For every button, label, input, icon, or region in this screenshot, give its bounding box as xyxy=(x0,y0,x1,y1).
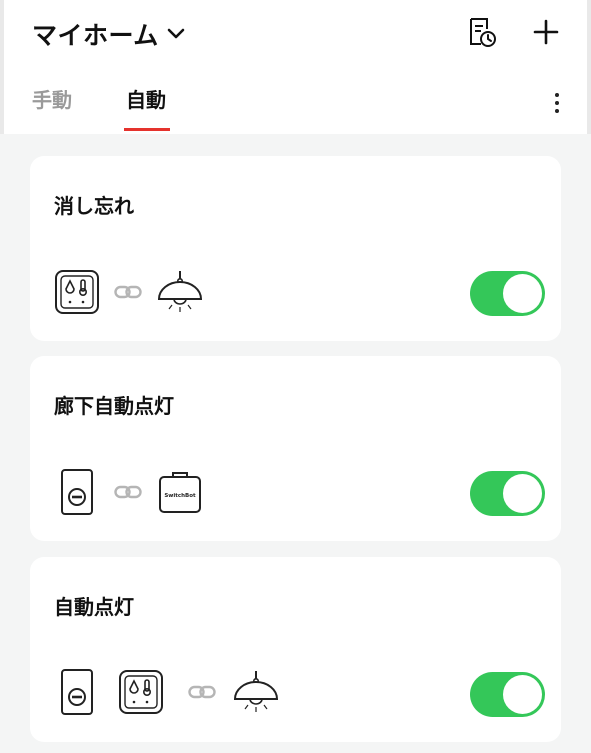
scene-card[interactable]: 廊下自動点灯 SwitchBot xyxy=(30,356,561,541)
add-icon[interactable] xyxy=(528,14,564,50)
ceiling-light-icon xyxy=(157,271,203,312)
scene-title: 消し忘れ xyxy=(54,194,134,218)
motion-sensor-icon xyxy=(61,669,93,715)
meter-icon xyxy=(55,270,99,314)
scene-devices xyxy=(54,669,280,715)
scene-enable-toggle[interactable] xyxy=(470,271,545,316)
tab-manual[interactable]: 手動 xyxy=(32,84,72,128)
hub-brand-label: SwitchBot xyxy=(164,493,196,499)
link-icon xyxy=(188,685,216,699)
scene-enable-toggle[interactable] xyxy=(470,471,545,516)
ceiling-light-icon xyxy=(233,671,279,712)
scene-card[interactable]: 消し忘れ xyxy=(30,156,561,341)
scene-enable-toggle[interactable] xyxy=(470,672,545,717)
toggle-knob xyxy=(503,675,542,714)
toggle-knob xyxy=(503,474,542,513)
history-log-icon[interactable] xyxy=(464,14,500,50)
home-selector[interactable]: マイホーム xyxy=(32,14,185,54)
scene-card[interactable]: 自動点灯 xyxy=(30,557,561,742)
mode-tabs: 手動 自動 xyxy=(4,78,587,134)
motion-sensor-icon xyxy=(61,469,93,515)
scene-title: 廊下自動点灯 xyxy=(54,394,174,418)
chevron-down-icon xyxy=(167,28,185,39)
scene-devices: SwitchBot xyxy=(54,469,204,515)
hub-icon: SwitchBot xyxy=(159,472,201,513)
more-options-icon[interactable] xyxy=(551,88,563,118)
scene-devices xyxy=(54,269,204,315)
tab-automatic[interactable]: 自動 xyxy=(126,84,166,128)
link-icon xyxy=(114,485,142,499)
scene-title: 自動点灯 xyxy=(54,595,134,619)
home-title: マイホーム xyxy=(32,21,159,50)
link-icon xyxy=(114,285,142,299)
active-tab-indicator xyxy=(124,128,170,131)
app-header: マイホーム 手動 自動 xyxy=(0,0,591,134)
toggle-knob xyxy=(503,274,542,313)
meter-icon xyxy=(119,670,163,714)
